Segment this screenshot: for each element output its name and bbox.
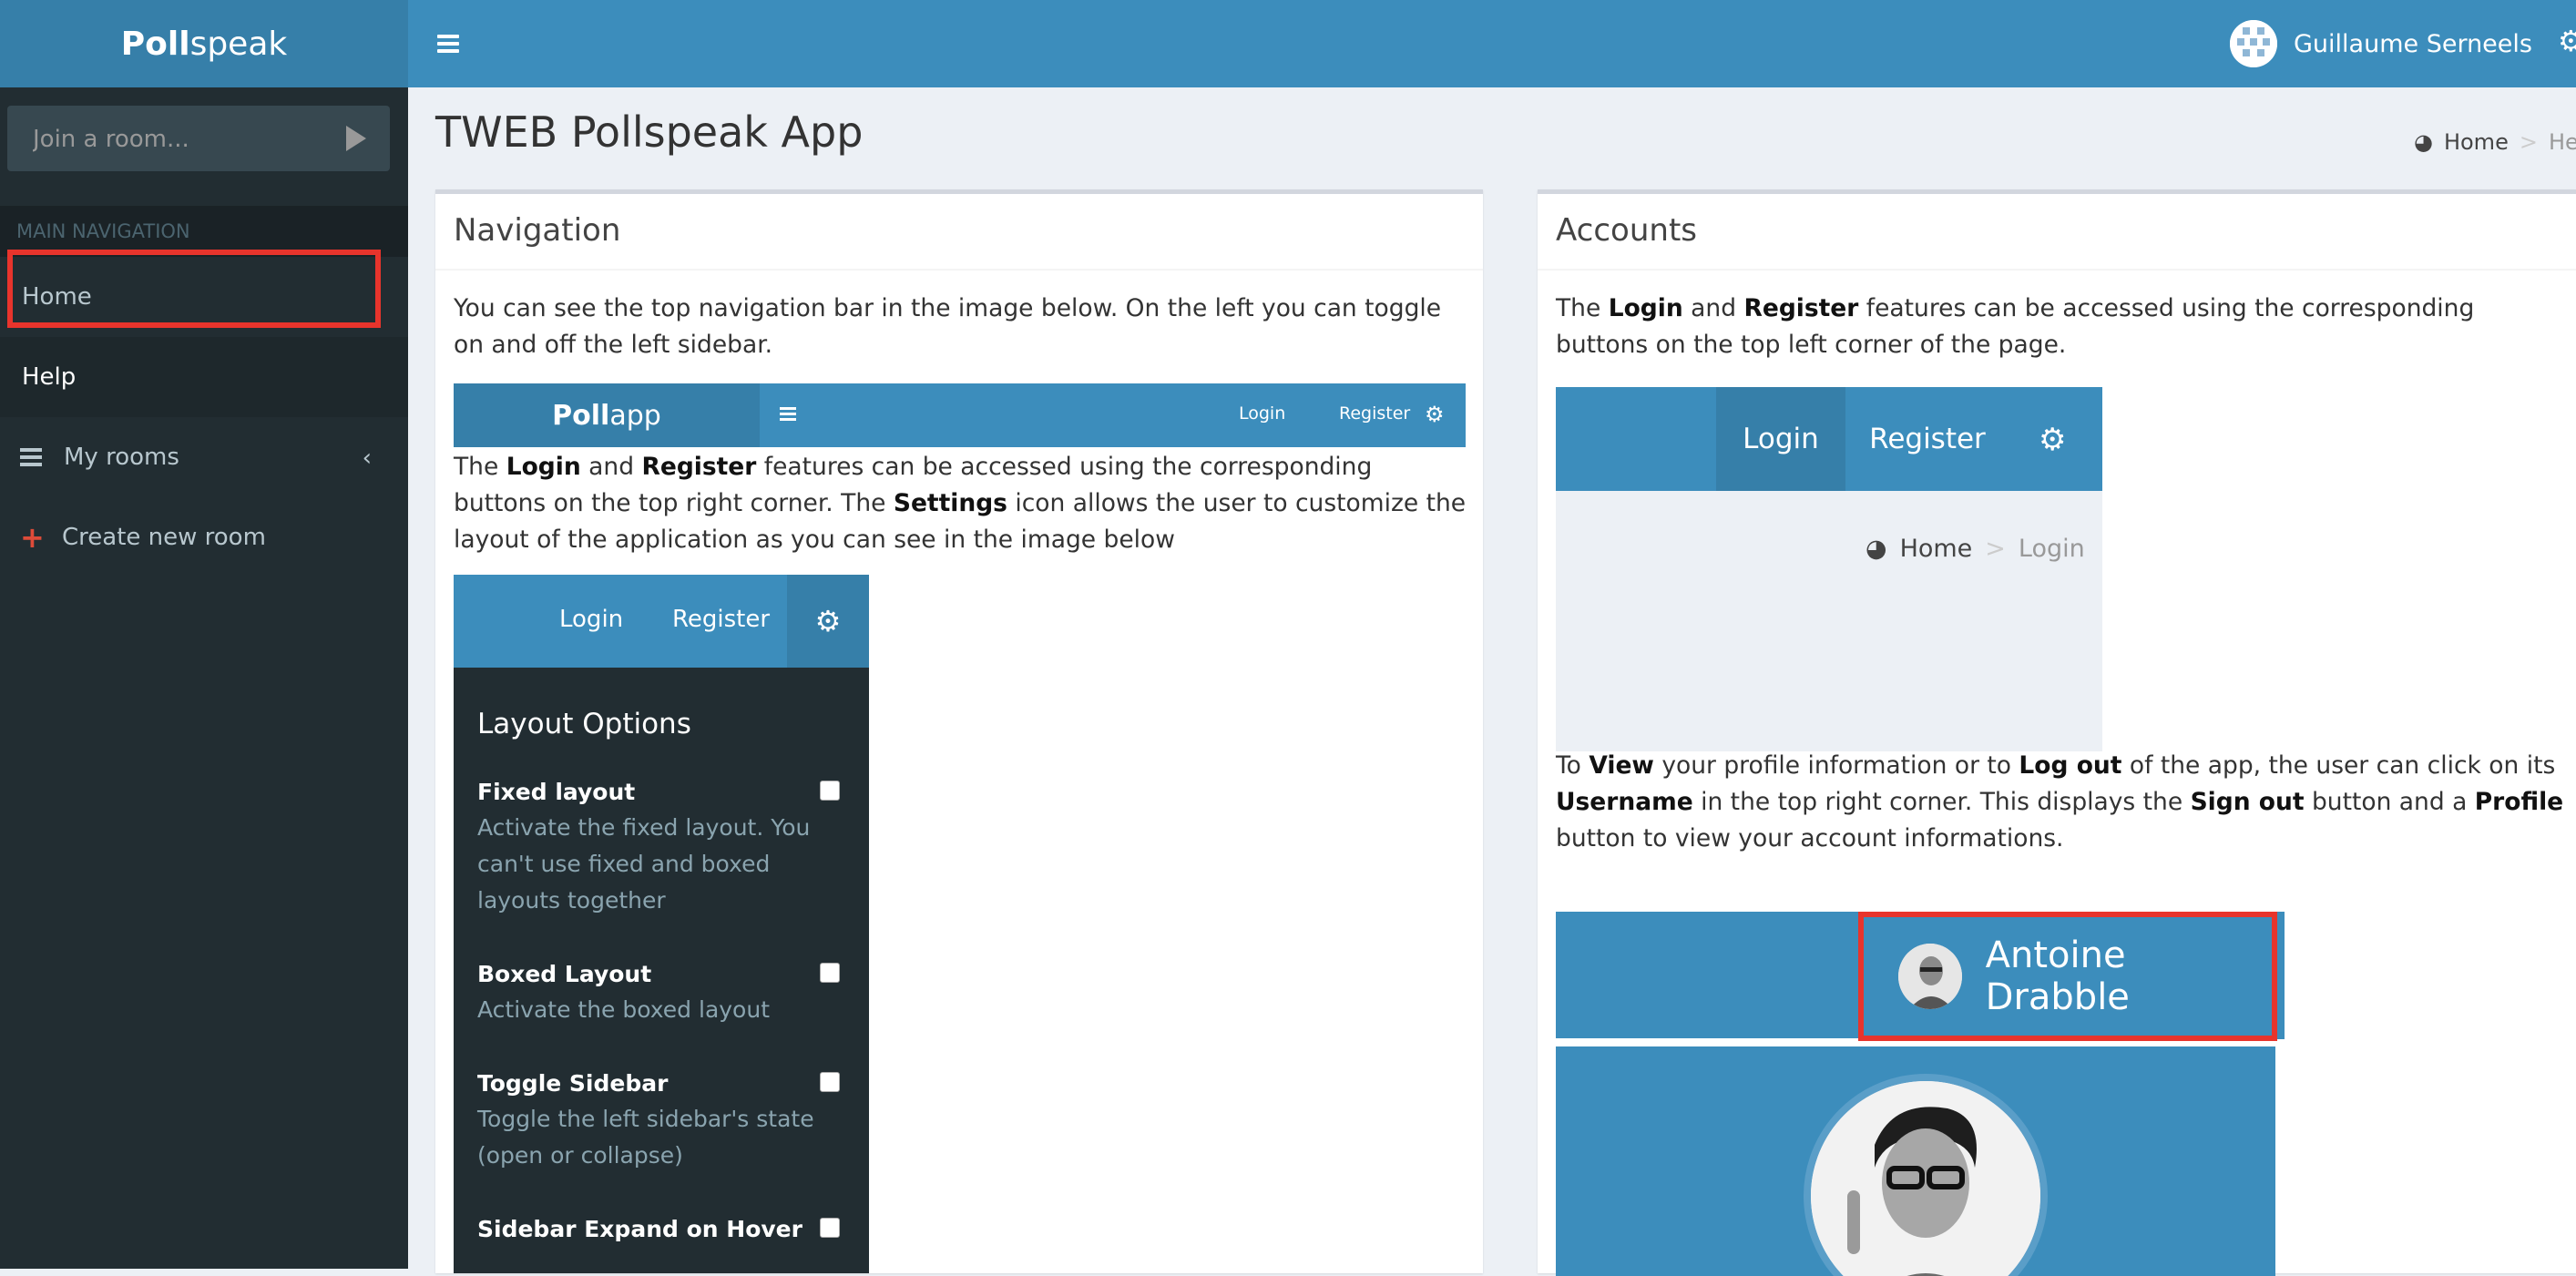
dashboard-icon: ◕ [2414,129,2433,155]
sidebar-item-label: Create new room [62,524,266,551]
dashboard-icon: ◕ [1866,535,1887,563]
screenshot-gears-icon: ⚙ [2039,422,2067,458]
chevron-left-icon: ‹ [362,444,372,472]
breadcrumb-home-link[interactable]: Home [2444,129,2509,155]
option-title: Boxed Layout [477,961,652,987]
screenshot-logo-light: app [609,399,661,432]
screenshot-register: Register [1339,403,1411,424]
box-divider [1538,269,2576,271]
help-highlight-box [7,250,381,328]
layout-options-heading: Layout Options [477,708,691,740]
login-register-screenshot: Login Register ⚙ ◕ Home > Login [1556,387,2102,751]
screenshot-layout-bar: Login Register ⚙ [454,575,869,668]
screenshot-logo-bold: Poll [552,399,610,432]
join-room-play-icon[interactable] [346,126,366,151]
logo-light-text: speak [189,25,288,63]
accounts-profile-text: To View your profile information or to L… [1556,751,2564,852]
screenshot-layout-gears-icon: ⚙ [787,575,869,668]
screenshot-profile-panel [1556,1046,2275,1276]
option-description: Activate the boxed layout [477,996,770,1023]
option-checkbox [820,1072,840,1092]
screenshot-user-name: Antoine Drabble [1985,934,2130,1018]
join-room-input[interactable] [7,106,344,173]
navigation-intro-text: You can see the top navigation bar in th… [454,294,1442,359]
screenshot-logo: Poll app [454,383,760,447]
join-room-form [7,106,390,173]
breadcrumb: ◕ Home > Help [2414,129,2576,155]
screenshot-gears-icon: ⚙ [1425,402,1445,427]
screenshot-underline [1556,1038,1866,1041]
option-checkbox [820,1218,840,1238]
user-avatar [2230,20,2277,67]
settings-gears-icon[interactable]: ⚙ [2558,24,2576,58]
option-checkbox [820,781,840,801]
box-title: Navigation [454,212,621,249]
screenshot-hamburger-icon [780,407,796,422]
user-name: Guillaume Serneels [2294,29,2532,58]
bars-icon [20,448,42,466]
app-logo[interactable]: Poll speak [0,0,408,87]
screenshot-login: Login [1239,403,1286,424]
navigation-box: Navigation You can see the top navigatio… [435,189,1483,1273]
page-title: TWEB Pollspeak App [435,107,864,157]
accounts-box: Accounts The Login and Register features… [1538,189,2576,1276]
profile-screenshot: Antoine Drabble [1556,912,2285,1276]
accounts-intro-text: The Login and Register features can be a… [1556,294,2475,359]
screenshot-profile-photo [1804,1074,2048,1276]
user-menu[interactable]: Guillaume Serneels [2230,0,2532,87]
plus-icon: + [20,520,45,555]
screenshot-user-highlight: Antoine Drabble [1858,912,2277,1041]
breadcrumb-separator: > [1985,535,2006,563]
screenshot-crumb-home: Home [1899,535,1973,563]
sidebar-item-label: My rooms [64,444,179,471]
screenshot-layout-login: Login [559,606,624,633]
screenshot-login-button: Login [1716,387,1845,491]
screenshot-breadcrumb: ◕ Home > Login [1866,535,2085,563]
screenshot-crumb-current: Login [2018,535,2085,563]
option-description: Toggle the left sidebar's state (open or… [477,1106,814,1169]
option-title: Sidebar Expand on Hover [477,1216,802,1242]
logo-bold-text: Poll [120,25,190,63]
breadcrumb-separator: > [2519,129,2538,155]
layout-options-screenshot: Login Register ⚙ Layout Options Fixed la… [454,575,869,1273]
top-navbar: Guillaume Serneels ⚙ [408,0,2576,87]
sidebar-item-label: Help [22,363,77,391]
option-title: Fixed layout [477,779,636,805]
breadcrumb-current: Help [2548,129,2576,155]
navigation-login-text: The Login and Register features can be a… [454,453,1467,554]
option-description: Activate the fixed layout. You can't use… [477,814,811,914]
screenshot-register-button: Register [1869,423,1986,455]
screenshot-layout-register: Register [672,606,771,633]
box-divider [435,269,1483,271]
screenshot-user-avatar [1898,944,1962,1009]
navbar-screenshot: Poll app Login Register ⚙ [454,383,1466,447]
sidebar-item-help[interactable]: Help [0,337,408,417]
sidebar-item-my-rooms[interactable]: My rooms ‹ [0,417,408,497]
box-title: Accounts [1556,212,1697,249]
sidebar-toggle-icon[interactable] [434,26,470,62]
sidebar-item-create-new-room[interactable]: + Create new room [0,497,408,577]
option-checkbox [820,963,840,983]
option-title: Toggle Sidebar [477,1070,669,1097]
